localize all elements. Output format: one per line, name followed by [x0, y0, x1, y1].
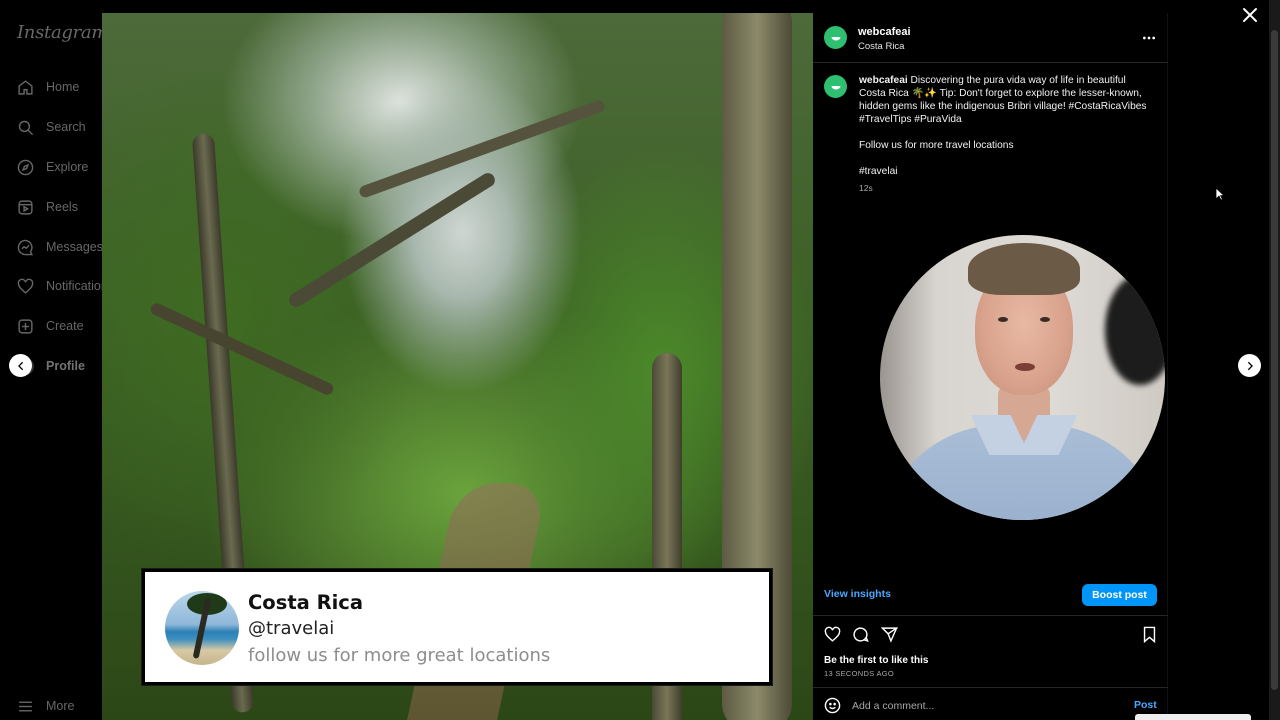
sidebar-item-reels[interactable]: Reels	[17, 195, 78, 219]
comment-button[interactable]	[851, 625, 869, 643]
previous-post-button[interactable]	[9, 354, 32, 377]
comment-icon	[852, 626, 869, 642]
location-card: Costa Rica @travelai follow us for more …	[141, 568, 773, 686]
create-icon	[18, 318, 33, 334]
messages-icon	[17, 239, 34, 255]
sidebar-item-create[interactable]: Create	[17, 314, 84, 338]
presenter-eye	[1040, 317, 1050, 322]
caption-follow: Follow us for more travel locations	[859, 140, 1014, 151]
caption-avatar[interactable]	[824, 75, 847, 98]
scrollbar-thumb[interactable]	[1271, 30, 1278, 690]
bottom-toast-edge	[1135, 714, 1251, 720]
post-location[interactable]: Costa Rica	[858, 41, 904, 52]
presenter-hair	[968, 243, 1080, 295]
sidebar-item-label: Messages	[46, 240, 103, 254]
post-caption: webcafeai Discovering the pura vida way …	[859, 74, 1154, 191]
card-avatar	[165, 591, 239, 665]
sidebar-item-label: Create	[46, 319, 84, 333]
comment-input[interactable]	[852, 697, 1092, 715]
caption-timestamp: 12s	[859, 183, 873, 193]
tree-branch	[148, 301, 336, 397]
scrollbar[interactable]	[1269, 0, 1280, 720]
sidebar-item-label: Reels	[46, 200, 78, 214]
sidebar-item-label: Home	[46, 80, 80, 94]
author-avatar[interactable]	[824, 26, 847, 49]
card-handle: @travelai	[248, 618, 335, 639]
mouse-cursor-icon	[1215, 187, 1225, 201]
heart-icon	[17, 278, 34, 294]
cafe-logo-icon	[831, 85, 840, 89]
like-button[interactable]	[823, 625, 841, 643]
search-icon	[18, 120, 34, 135]
tree-branch	[286, 170, 498, 310]
presenter-eye	[998, 317, 1008, 322]
like-icon	[824, 626, 840, 642]
card-title: Costa Rica	[248, 591, 364, 614]
sidebar-item-label: Search	[46, 120, 86, 134]
likes-text: Be the first to like this	[824, 655, 929, 666]
post-details-panel: webcafeai Costa Rica webcafeai Discoveri…	[813, 13, 1168, 720]
chevron-left-icon	[17, 361, 23, 370]
post-media[interactable]: Costa Rica @travelai follow us for more …	[102, 13, 813, 720]
instagram-logo[interactable]: Instagram	[17, 22, 108, 43]
sidebar-item-label: Profile	[46, 359, 85, 373]
post-age: 13 SECONDS AGO	[824, 669, 895, 678]
cafe-logo-icon	[831, 36, 840, 40]
sidebar-item-messages[interactable]: Messages	[17, 235, 103, 259]
close-icon[interactable]	[1241, 6, 1259, 24]
sidebar-item-label: Explore	[46, 160, 89, 174]
divider	[813, 615, 1168, 616]
webcam-bubble	[880, 235, 1165, 520]
card-tagline: follow us for more great locations	[248, 645, 551, 666]
sidebar-item-more[interactable]: More	[17, 694, 74, 718]
explore-icon	[17, 159, 34, 175]
sidebar-item-search[interactable]: Search	[17, 115, 86, 139]
emoji-icon[interactable]	[824, 697, 841, 714]
share-button[interactable]	[880, 625, 898, 643]
reels-icon	[18, 199, 33, 215]
save-button[interactable]	[1140, 625, 1158, 643]
author-username[interactable]: webcafeai	[858, 26, 911, 38]
more-dots-icon	[1143, 36, 1155, 40]
sidebar-item-label: Notifications	[46, 279, 102, 293]
sidebar-item-notifications[interactable]: Notifications	[17, 274, 102, 298]
sidebar-item-home[interactable]: Home	[17, 75, 79, 99]
caption-username[interactable]: webcafeai	[859, 75, 908, 86]
chevron-right-icon	[1247, 361, 1253, 370]
menu-icon	[19, 701, 32, 711]
caption-hashtag[interactable]: #travelai	[859, 165, 1154, 178]
share-icon	[880, 626, 898, 643]
view-insights-link[interactable]: View insights	[824, 588, 891, 600]
bookmark-icon	[1143, 626, 1155, 643]
boost-post-button[interactable]: Boost post	[1082, 584, 1157, 606]
divider	[813, 687, 1168, 688]
microphone-blur	[1105, 275, 1165, 385]
presenter-mouth	[1015, 363, 1035, 371]
more-options-button[interactable]	[1141, 30, 1157, 46]
sidebar-item-explore[interactable]: Explore	[17, 155, 88, 179]
sidebar-item-label: More	[46, 699, 75, 713]
home-icon	[18, 79, 33, 95]
next-post-button[interactable]	[1238, 354, 1261, 377]
divider	[813, 62, 1168, 63]
post-comment-button[interactable]: Post	[1134, 699, 1157, 711]
